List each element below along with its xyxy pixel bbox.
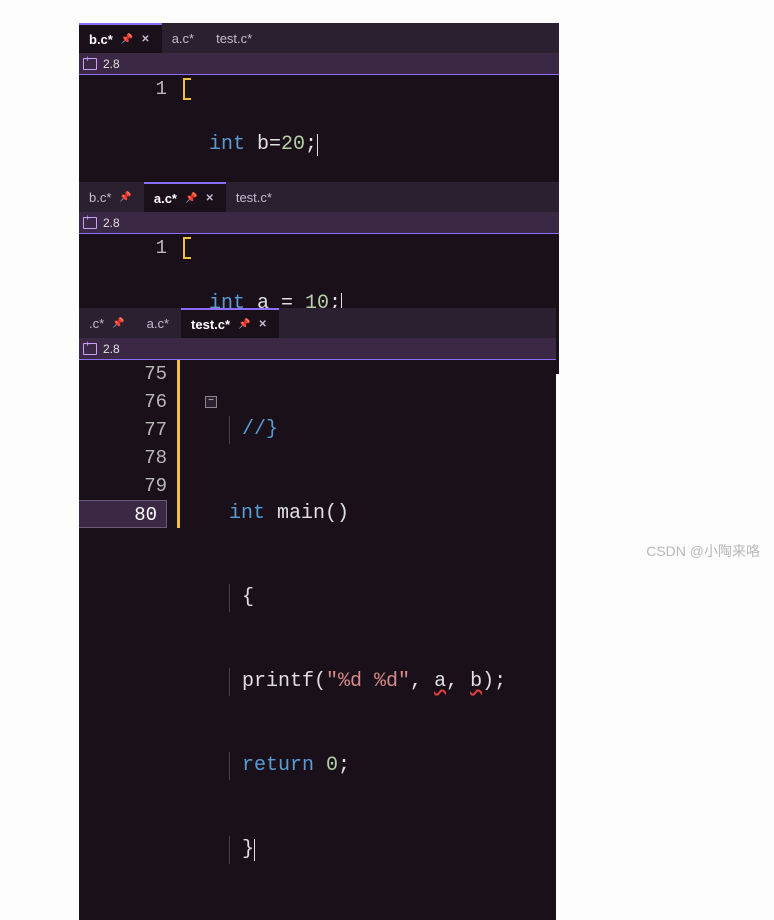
tab-label: test.c* [191,317,230,332]
split-icon[interactable] [83,217,97,229]
tab-test-c[interactable]: test.c* 📌 ✕ [181,308,279,338]
caret-icon [317,134,318,156]
tab-label: test.c* [216,31,252,46]
tab-a-c[interactable]: a.c* [162,23,206,53]
tab-bar: b.c* 📌 ✕ a.c* test.c* [79,23,559,53]
close-icon[interactable]: ✕ [205,193,213,204]
line-number: 77 [79,416,167,444]
close-icon[interactable]: ✕ [141,34,149,45]
tab-b-c[interactable]: b.c* 📌 [79,182,144,212]
pin-icon[interactable]: 📌 [121,34,133,45]
tab-label: .c* [89,316,104,331]
code-line[interactable]: { [229,584,556,612]
editor-panel-a: b.c* 📌 a.c* 📌 ✕ test.c* 2.8 1 int a = 10… [79,182,559,302]
tab-label: a.c* [172,31,194,46]
line-number: 1 [79,75,167,103]
tab-bar: b.c* 📌 a.c* 📌 ✕ test.c* [79,182,559,212]
code-content[interactable]: //} int main() { printf("%d %d", a, b); … [225,360,556,920]
tab-c[interactable]: .c* 📌 [79,308,137,338]
watermark: CSDN @小陶来咯 [646,541,760,561]
zoom-level: 2.8 [103,342,120,356]
editor-panel-b: b.c* 📌 ✕ a.c* test.c* 2.8 1 int b=20; [79,23,559,159]
code-area[interactable]: 75 76 77 78 79 80 − //} int main() { pri… [79,360,556,920]
status-bar: 2.8 [79,212,559,234]
line-number: 1 [79,234,167,262]
tab-label: test.c* [236,190,272,205]
code-line[interactable]: int main() [229,500,556,528]
line-number: 78 [79,444,167,472]
fold-column: − [205,360,225,920]
code-line[interactable]: //} [229,416,556,444]
tab-b-c[interactable]: b.c* 📌 ✕ [79,23,162,53]
line-gutter: 75 76 77 78 79 80 [79,360,177,920]
tab-bar: .c* 📌 a.c* test.c* 📌 ✕ [79,308,556,338]
split-icon[interactable] [83,58,97,70]
caret-icon [254,839,255,861]
pin-icon[interactable]: 📌 [185,193,197,204]
code-line[interactable]: return 0; [229,752,556,780]
tab-label: b.c* [89,32,113,47]
pin-icon[interactable]: 📌 [119,192,131,203]
code-line[interactable]: int b=20; [209,131,559,159]
tab-label: a.c* [147,316,169,331]
tab-a-c[interactable]: a.c* [137,308,181,338]
split-icon[interactable] [83,343,97,355]
status-bar: 2.8 [79,53,559,75]
code-line[interactable]: } [229,836,556,864]
tab-test-c[interactable]: test.c* [226,182,284,212]
tab-test-c[interactable]: test.c* [206,23,264,53]
fold-minus-icon[interactable]: − [205,396,217,408]
pin-icon[interactable]: 📌 [112,318,124,329]
editor-panel-test: .c* 📌 a.c* test.c* 📌 ✕ 2.8 75 76 77 78 7… [79,308,556,557]
line-number: 80 [79,500,167,528]
tab-label: a.c* [154,191,177,206]
code-line[interactable]: printf("%d %d", a, b); [229,668,556,696]
zoom-level: 2.8 [103,216,120,230]
line-number: 75 [79,360,167,388]
line-number: 79 [79,472,167,500]
tab-a-c[interactable]: a.c* 📌 ✕ [144,182,226,212]
zoom-level: 2.8 [103,57,120,71]
status-bar: 2.8 [79,338,556,360]
pin-icon[interactable]: 📌 [238,319,250,330]
line-number: 76 [79,388,167,416]
glyph-margin [177,360,205,920]
close-icon[interactable]: ✕ [259,319,267,330]
tab-label: b.c* [89,190,111,205]
